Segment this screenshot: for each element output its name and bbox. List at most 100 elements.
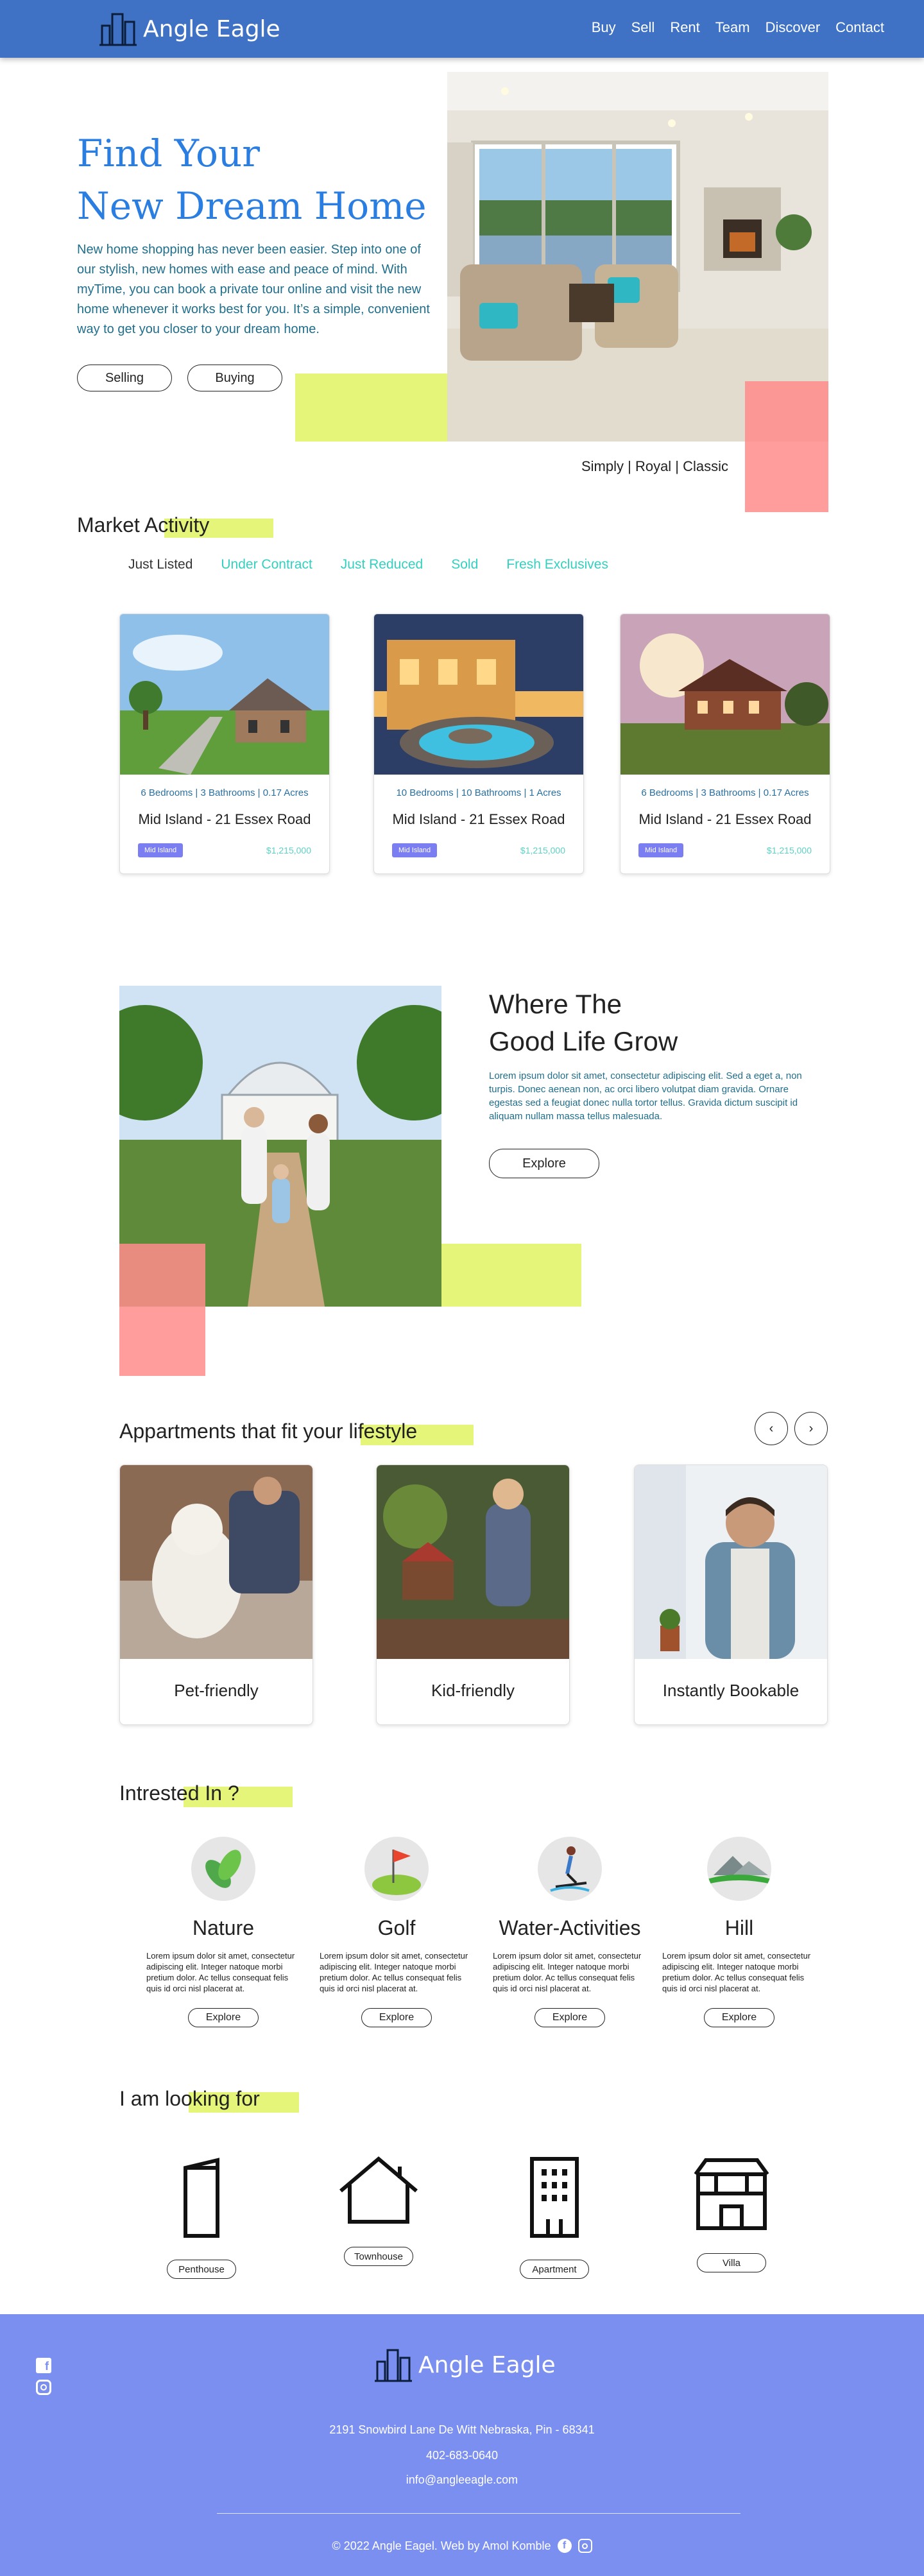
instagram-icon[interactable] [578,2539,592,2553]
listing-badge: Mid Island [392,843,438,857]
villa-button[interactable]: Villa [697,2253,766,2272]
footer-logo[interactable]: Angle Eagle [375,2348,556,2382]
interest-item: Hill Lorem ipsum dolor sit amet, consect… [662,1837,816,2027]
logo[interactable]: Angle Eagle [99,12,280,46]
decor-pink-block [119,1244,205,1376]
market-activity-heading-text: Market Activity [77,513,210,537]
listing-price: $1,215,000 [766,845,812,855]
listing-image [120,614,329,775]
interest-explore-button[interactable]: Explore [361,2008,432,2027]
tab-sold[interactable]: Sold [451,557,478,572]
looking-item: Townhouse [314,2155,443,2266]
hero-description: New home shopping has never been easier.… [77,243,430,336]
apartment-image [377,1465,569,1659]
interest-text: Lorem ipsum dolor sit amet, consectetur … [493,1951,642,1993]
buildings-logo-icon [375,2349,412,2382]
footer-bottom: © 2022 Angle Eagel. Web by Amol Komble f [0,2539,924,2553]
instagram-icon[interactable] [36,2380,51,2395]
apartment-label: Kid-friendly [431,1681,515,1700]
nav-buy[interactable]: Buy [592,19,616,36]
apartment-card[interactable]: Kid-friendly [376,1464,570,1725]
listing-meta: 10 Bedrooms | 10 Bathrooms | 1 Acres [396,787,561,798]
apartment-image [120,1465,312,1659]
interests-heading-text: Intrested In ? [119,1782,239,1805]
facebook-icon[interactable]: f [36,2358,51,2373]
site-header: Angle Eagle Buy Sell Rent Team Discover … [0,0,924,58]
listing-footer: Mid Island $1,215,000 [120,843,329,857]
buildings-logo-icon [99,13,137,46]
hero-title-line2: New Dream Home [77,184,427,228]
listing-image [374,614,583,775]
listing-meta: 6 Bedrooms | 3 Bathrooms | 0.17 Acres [641,787,809,798]
goodlife-title-line1: Where The [489,989,622,1019]
apartment-card[interactable]: Instantly Bookable [634,1464,828,1725]
interests-heading: Intrested In ? [119,1782,239,1805]
penthouse-button[interactable]: Penthouse [167,2260,236,2279]
logo-text: Angle Eagle [143,15,280,42]
listing-title: Mid Island - 21 Essex Road [392,811,565,827]
golf-icon [364,1837,429,1901]
mountain-icon [707,1837,771,1901]
looking-item: Apartment [490,2155,619,2279]
tab-under-contract[interactable]: Under Contract [221,557,312,572]
footer-phone[interactable]: 402-683-0640 [0,2449,924,2462]
apartment-label: Pet-friendly [174,1681,259,1700]
townhouse-button[interactable]: Townhouse [344,2247,413,2266]
tab-just-reduced[interactable]: Just Reduced [341,557,423,572]
apartment-card[interactable]: Pet-friendly [119,1464,313,1725]
listing-image [620,614,830,775]
townhouse-icon [339,2156,418,2224]
interest-explore-button[interactable]: Explore [704,2008,774,2027]
footer-email[interactable]: info@angleeagle.com [0,2473,924,2487]
listing-card[interactable]: 6 Bedrooms | 3 Bathrooms | 0.17 Acres Mi… [119,614,330,874]
hero-title-line1: Find Your [77,132,260,175]
listing-title: Mid Island - 21 Essex Road [638,811,812,827]
decor-lime-block [295,374,449,442]
carousel-next-button[interactable]: › [794,1412,828,1445]
nav-contact[interactable]: Contact [835,19,884,36]
apartment-button[interactable]: Apartment [520,2260,589,2279]
buying-button[interactable]: Buying [187,365,282,391]
water-ski-icon [538,1837,602,1901]
apartment-building-icon [530,2157,579,2238]
footer-divider [217,2513,740,2514]
interest-name: Nature [192,1916,255,1939]
interest-name: Water-Activities [499,1916,641,1939]
apartments-heading: Appartments that fit your lifestyle [119,1420,417,1443]
penthouse-icon [184,2158,219,2238]
decor-pink-block [745,381,828,512]
listing-badge: Mid Island [138,843,184,857]
listing-badge: Mid Island [638,843,684,857]
listing-price: $1,215,000 [520,845,565,855]
goodlife-explore-button[interactable]: Explore [489,1149,599,1178]
interest-explore-button[interactable]: Explore [535,2008,605,2027]
interest-explore-button[interactable]: Explore [188,2008,259,2027]
villa-icon [694,2158,769,2230]
tab-just-listed[interactable]: Just Listed [128,557,193,572]
nav-team[interactable]: Team [715,19,750,36]
interest-name: Hill [724,1916,754,1939]
listing-card[interactable]: 10 Bedrooms | 10 Bathrooms | 1 Acres Mid… [373,614,584,874]
listing-footer: Mid Island $1,215,000 [620,843,830,857]
goodlife-title: Where The Good Life Grow [489,986,678,1060]
carousel-prev-button[interactable]: ‹ [755,1412,788,1445]
interest-item: Golf Lorem ipsum dolor sit amet, consect… [320,1837,474,2027]
decor-lime-block [441,1244,581,1307]
interest-text: Lorem ipsum dolor sit amet, consectetur … [320,1951,468,1993]
selling-button[interactable]: Selling [77,365,172,391]
footer-logo-text: Angle Eagle [418,2351,556,2378]
goodlife-title-line2: Good Life Grow [489,1026,678,1056]
apartment-label: Instantly Bookable [662,1681,800,1700]
nav-discover[interactable]: Discover [766,19,821,36]
listing-price: $1,215,000 [266,845,311,855]
site-footer: f Angle Eagle 2191 Snowbird Lane De Witt… [0,2314,924,2576]
listing-card[interactable]: 6 Bedrooms | 3 Bathrooms | 0.17 Acres Mi… [620,614,830,874]
looking-heading: I am looking for [119,2087,260,2111]
looking-item: Penthouse [137,2155,266,2279]
hero-title: Find Your New Dream Home [77,127,427,232]
tab-fresh-exclusives[interactable]: Fresh Exclusives [506,557,608,572]
listing-title: Mid Island - 21 Essex Road [138,811,311,827]
nav-rent[interactable]: Rent [670,19,699,36]
nav-sell[interactable]: Sell [631,19,655,36]
facebook-icon[interactable]: f [557,2539,572,2553]
